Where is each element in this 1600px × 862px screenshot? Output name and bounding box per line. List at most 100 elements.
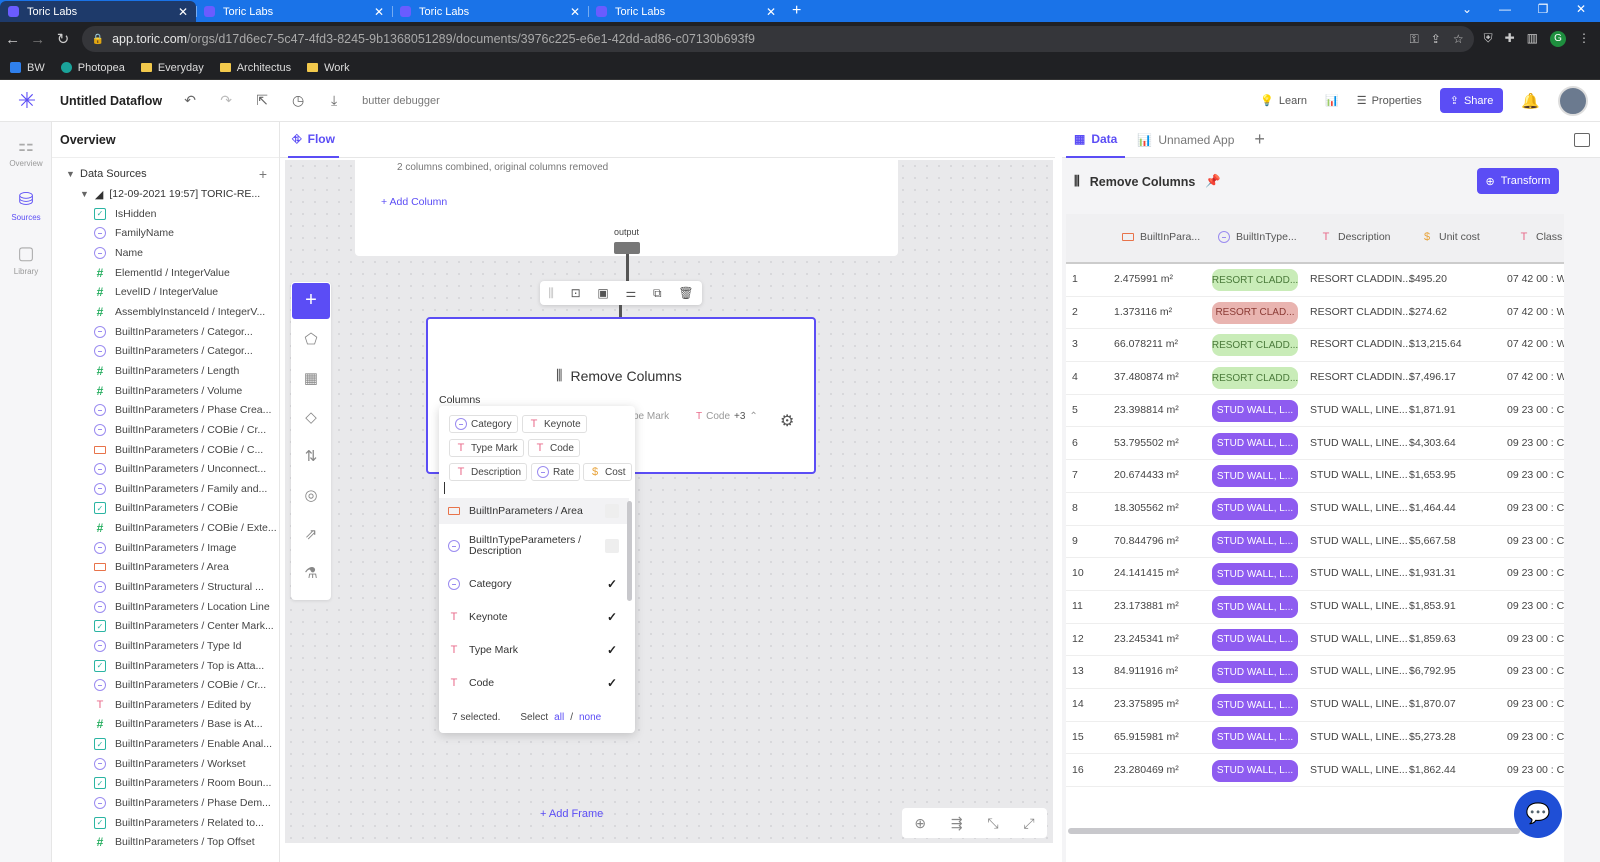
tab-search-icon[interactable]: ⌄ [1448,0,1486,22]
flask-icon[interactable]: ⚗ [291,554,331,593]
checkmark-icon[interactable]: ✓ [605,577,619,591]
export-icon[interactable]: ⇱ [254,92,270,109]
transform-button[interactable]: ⊕ Transform [1477,168,1559,194]
layout-icon[interactable]: ⇶ [951,815,963,832]
bookmark-architectus[interactable]: Architectus [219,62,291,74]
sidepanel-icon[interactable]: ▥ [1527,31,1538,47]
tab-flow[interactable]: ⛗ Flow [288,122,339,158]
diamond-icon[interactable]: ◇ [291,398,331,437]
split-panel-icon[interactable] [1574,132,1590,147]
checkmark-icon[interactable]: ✓ [605,610,619,624]
field-item[interactable]: # BuiltInParameters / COBie / Exte... [52,518,279,538]
flow-canvas[interactable]: 2 columns combined, original columns rem… [285,160,1053,843]
download-icon[interactable]: ⤓ [326,92,342,109]
key-icon[interactable]: ⚿ [1410,32,1419,47]
field-item[interactable]: BuiltInParameters / Area [52,558,279,578]
redo-icon[interactable]: ↷ [218,92,234,109]
field-item[interactable]: Name [52,243,279,263]
column-header[interactable]: BuiltInPara... [1122,231,1200,243]
field-item[interactable]: BuiltInParameters / Categor... [52,341,279,361]
field-item[interactable]: # BuiltInParameters / Base is At... [52,715,279,735]
field-item[interactable]: BuiltInParameters / COBie / C... [52,440,279,460]
field-item[interactable]: ✓ BuiltInParameters / Room Boun... [52,774,279,794]
add-frame-button[interactable]: + Add Frame [540,808,603,820]
trash-icon[interactable]: 🗑 [678,286,693,300]
source-item[interactable]: ▼ ◢ [12-09-2021 19:57] TORIC-RE... [52,184,279,204]
user-avatar[interactable] [1558,85,1588,116]
duplicate-icon[interactable]: ⧉ [653,286,662,301]
bookmark-everyday[interactable]: Everyday [140,62,204,74]
column-header[interactable]: T Class [1518,231,1563,243]
field-item[interactable]: BuiltInParameters / Image [52,538,279,558]
table-row[interactable]: 9 70.844796 m² STUD WALL, LINE... $5,667.58… [1066,526,1564,559]
url-field[interactable]: 🔒 app.toric.com/orgs/d17d6ec7-5c47-4fd3-… [81,26,1474,52]
chart-toggle-icon[interactable]: 📊 [1325,94,1339,107]
close-tab-icon[interactable]: ✕ [766,5,776,19]
field-item[interactable]: BuiltInParameters / Type Id [52,636,279,656]
zoom-fit-icon[interactable]: ⊕ [914,815,926,832]
rail-item-library[interactable]: ▢ Library [0,234,52,284]
learn-button[interactable]: 💡 Learn [1260,94,1307,108]
add-node-button[interactable]: + [292,283,330,319]
bell-icon[interactable]: 🔔 [1521,92,1540,110]
tab-data[interactable]: ▦ Data [1066,122,1126,158]
field-item[interactable]: ✓ BuiltInParameters / Related to... [52,813,279,833]
debugger-label[interactable]: butter debugger [362,95,440,107]
settings-sliders-icon[interactable]: ⚌ [626,286,637,300]
table-row[interactable]: 13 84.911916 m² STUD WALL, LINE... $6,792.9… [1066,656,1564,690]
bookmark-photopea[interactable]: Photopea [60,62,125,74]
transform-icon[interactable]: ⇅ [291,437,331,476]
pin-icon[interactable]: 📌 [1205,174,1221,189]
table-row[interactable]: 11 23.173881 m² STUD WALL, LINE... $1,853.9… [1066,591,1564,624]
chevron-up-icon[interactable]: ⌃ [749,411,757,422]
field-item[interactable]: BuiltInParameters / COBie / Cr... [52,420,279,440]
field-item[interactable]: BuiltInParameters / Family and... [52,479,279,499]
field-item[interactable]: BuiltInParameters / Workset [52,754,279,774]
toric-logo-icon[interactable]: ✳ [14,88,40,114]
browser-tab[interactable]: Toric Labs ✕ [392,1,588,22]
share-button[interactable]: ⇪ Share [1439,88,1504,113]
expand-icon[interactable]: ⤢ [1023,815,1034,832]
field-item[interactable]: T BuiltInParameters / Edited by [52,695,279,715]
column-header[interactable]: BuiltInType... [1218,231,1297,243]
target-icon[interactable]: ◎ [291,476,331,515]
table-row[interactable]: 4 37.480874 m² RESORT CLADDIN... $7,496.17 0… [1066,362,1564,395]
checkbox[interactable] [605,539,619,553]
checkmark-icon[interactable]: ✓ [605,643,619,657]
table-row[interactable]: 6 53.795502 m² STUD WALL, LINE... $4,303.64… [1066,428,1564,461]
restore-button[interactable]: ❐ [1524,0,1562,22]
column-chip[interactable]: Category [449,415,518,433]
field-item[interactable]: BuiltInParameters / COBie / Cr... [52,675,279,695]
checkmark-icon[interactable]: ✓ [605,676,619,690]
column-option[interactable]: T Type Mark ✓ [439,634,629,666]
table-row[interactable]: 2 1.373116 m² RESORT CLADDIN... $274.62 07 4… [1066,297,1564,330]
column-chip[interactable]: T Type Mark [449,439,524,457]
document-title[interactable]: Untitled Dataflow [60,94,162,108]
column-chip[interactable]: Rate [531,463,581,481]
star-icon[interactable]: ☆ [1453,32,1464,47]
chat-support-button[interactable]: 💬 [1514,790,1562,838]
tab-unnamed-app[interactable]: 📊 Unnamed App [1129,122,1242,158]
output-port[interactable] [614,242,640,254]
data-sources-section[interactable]: ▼ Data Sources + [52,164,279,184]
table-icon[interactable]: ▦ [291,359,331,398]
close-window-button[interactable]: ✕ [1562,0,1600,22]
table-horizontal-scrollbar[interactable] [1068,828,1520,834]
column-option[interactable]: BuiltInTypeParameters / Description [439,526,629,566]
column-header[interactable]: T Description [1320,231,1391,243]
extension-shield-icon[interactable]: ⛨ [1484,31,1493,47]
table-row[interactable]: 12 23.245341 m² STUD WALL, LINE... $1,859.6… [1066,624,1564,657]
column-chip[interactable]: T Description [449,463,528,481]
forward-icon[interactable]: → [25,31,50,48]
field-item[interactable]: ✓ BuiltInParameters / Top is Atta... [52,656,279,676]
field-item[interactable]: BuiltInParameters / Phase Dem... [52,793,279,813]
field-item[interactable]: ✓ BuiltInParameters / Center Mark... [52,616,279,636]
column-option[interactable]: Category ✓ [439,568,629,600]
dropdown-scrollbar[interactable] [627,501,632,601]
shrink-icon[interactable]: ⤡ [987,815,998,832]
history-icon[interactable]: ◷ [290,92,306,109]
checkbox[interactable] [605,504,619,518]
minimize-button[interactable]: — [1486,0,1524,22]
column-option[interactable]: BuiltInParameters / Area [439,498,629,524]
rail-item-overview[interactable]: ⚏ Overview [0,126,52,176]
